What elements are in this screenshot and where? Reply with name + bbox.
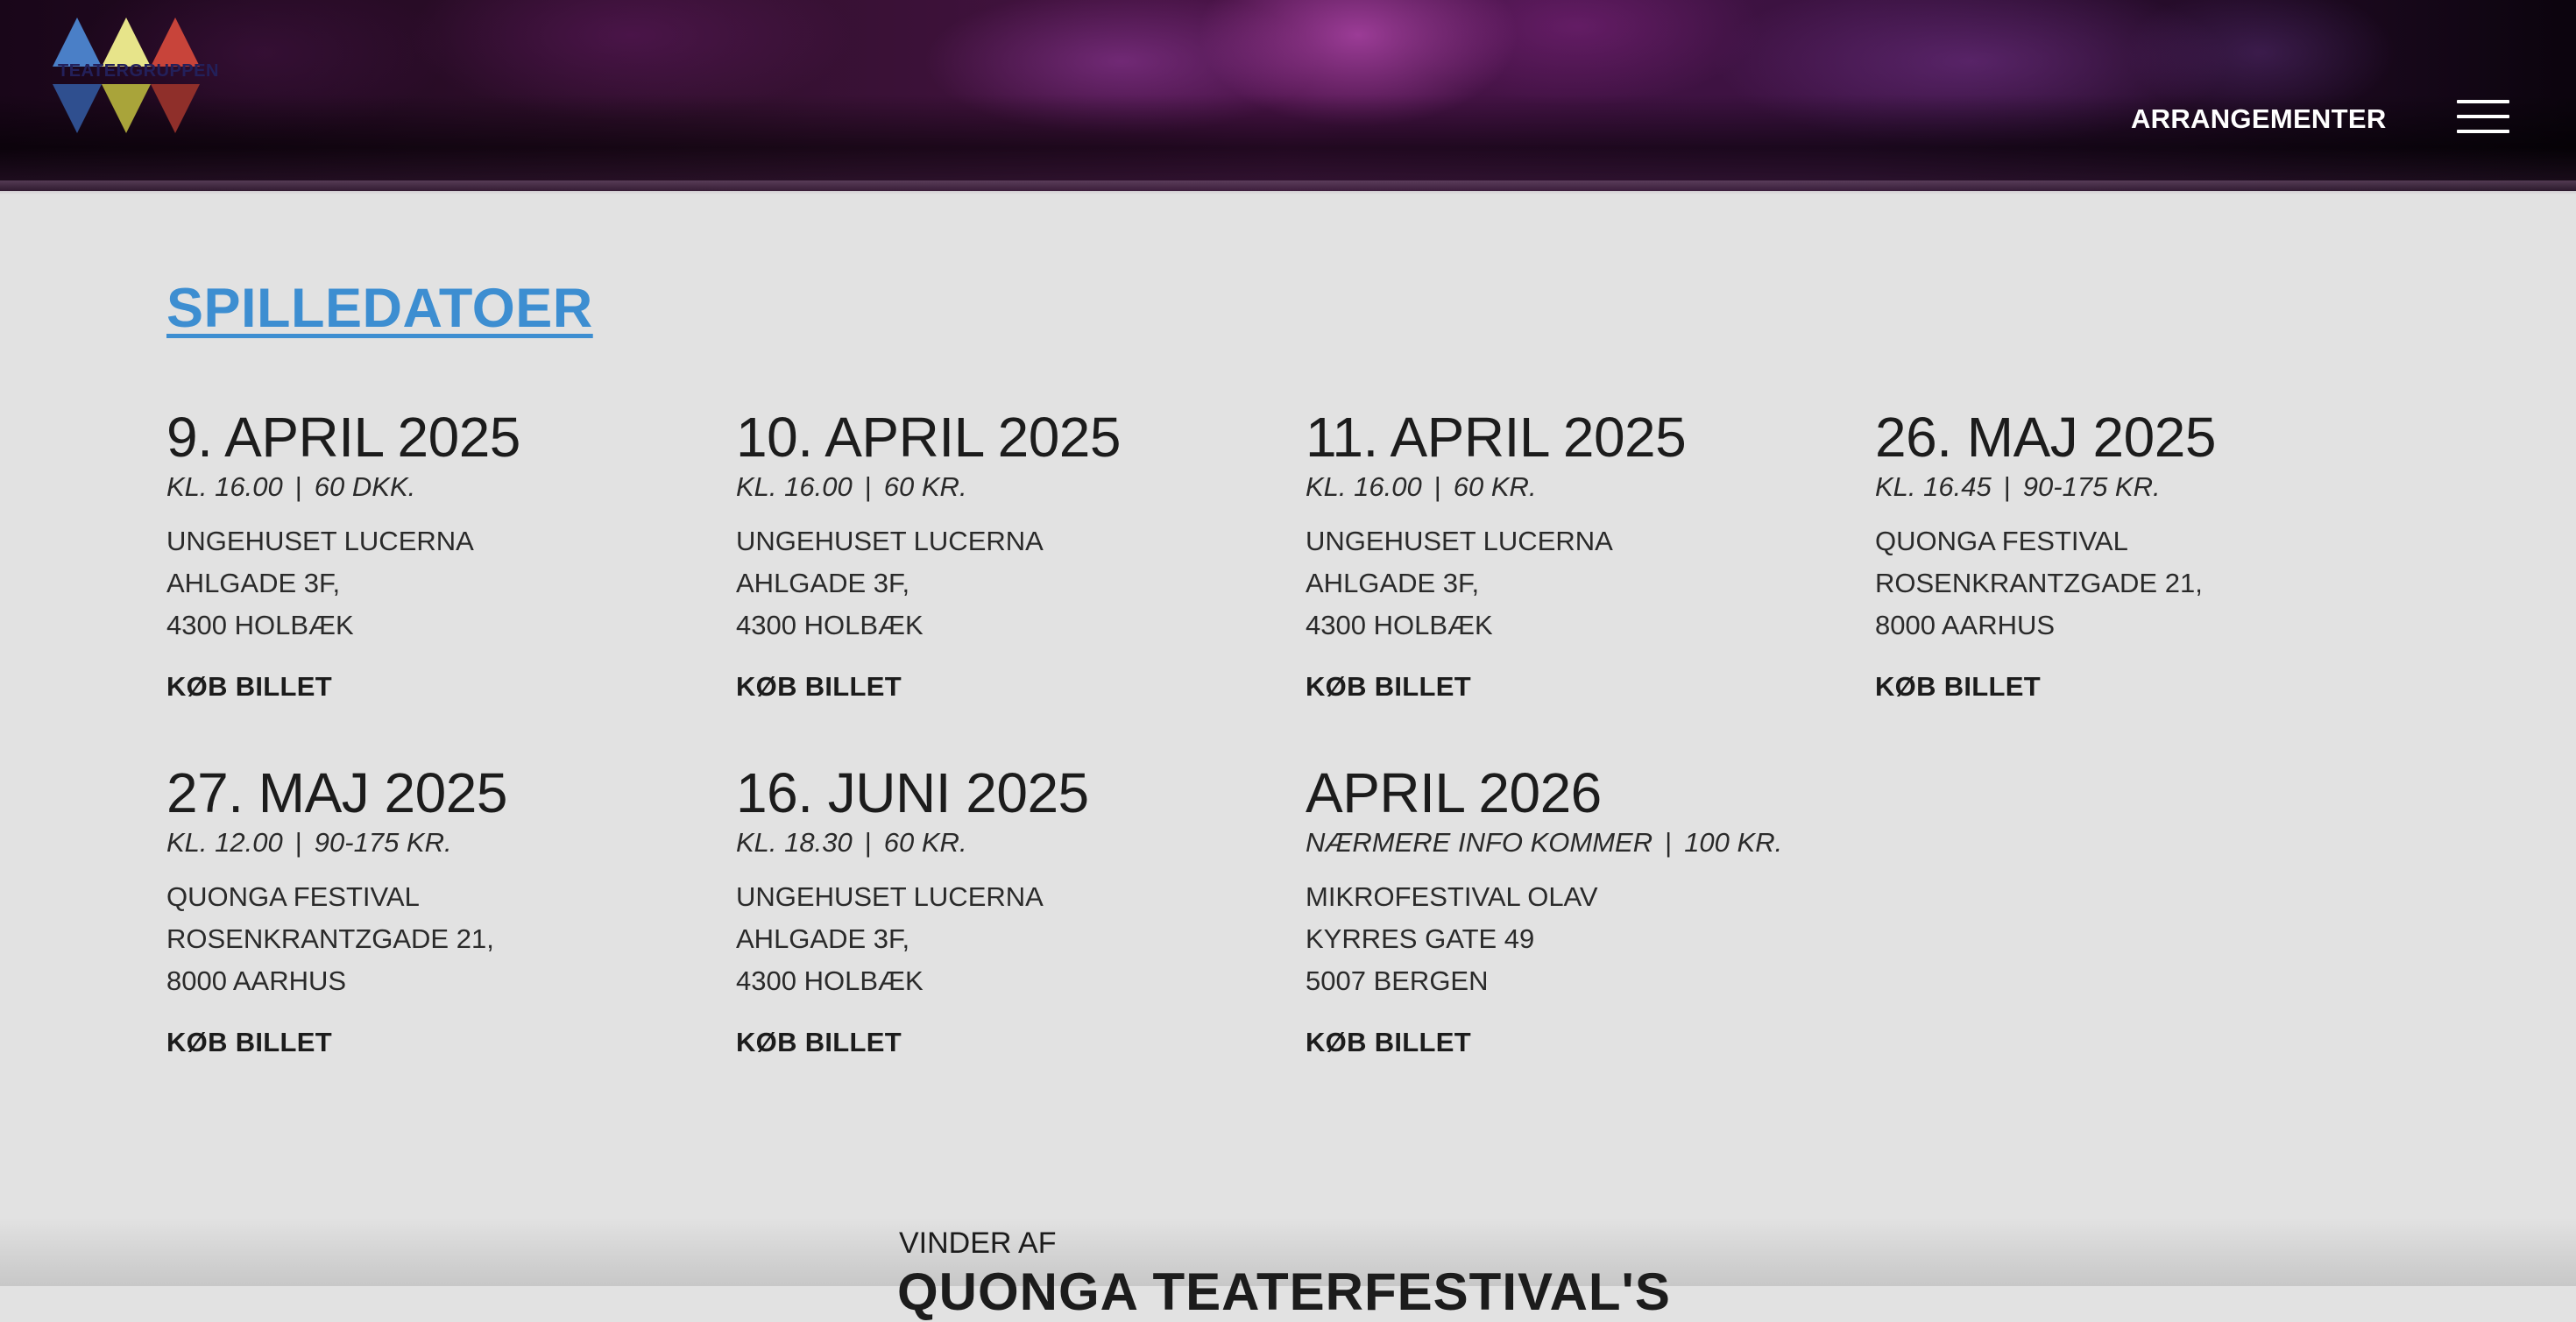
show-price: 60 KR. [883,827,967,858]
buy-ticket-link[interactable]: KØB BILLET [1306,671,1471,703]
show-card: 26. MAJ 2025 KL. 16.45 | 90-175 KR. QUONGA F… [1875,406,2418,703]
venue-name: UNGEHUSET LUCERNA [166,526,474,556]
show-time-price: KL. 16.00 | 60 DKK. [166,471,710,503]
show-venue: MIKROFESTIVAL OLAV KYRRES GATE 49 5007 BER… [1306,876,1849,1002]
buy-ticket-link[interactable]: KØB BILLET [166,1027,332,1058]
show-time: KL. 16.45 [1875,471,1992,502]
nav-link-arrangementer[interactable]: ARRANGEMENTER [2131,103,2387,135]
buy-ticket-link[interactable]: KØB BILLET [1306,1027,1471,1058]
logo-triangle-blue-down [53,84,102,133]
hero-background [0,0,2576,191]
venue-city: 4300 HOLBÆK [166,610,354,640]
award-pre-label: VINDER AF [899,1227,1057,1260]
show-card: 16. JUNI 2025 KL. 18.30 | 60 KR. UNGEHUSET L… [736,762,1279,1058]
buy-ticket-link[interactable]: KØB BILLET [736,671,902,703]
meta-separator: | [2003,471,2011,502]
venue-street: AHLGADE 3F, [736,568,910,598]
show-time: KL. 16.00 [1306,471,1422,502]
logo-text: TEATERGRUPPEN [58,61,219,81]
venue-name: UNGEHUSET LUCERNA [736,526,1044,556]
hamburger-menu-icon[interactable] [2457,100,2509,133]
logo-triangle-yellow [102,18,151,67]
show-venue: QUONGA FESTIVAL ROSENKRANTZGADE 21, 8000 A… [166,876,710,1002]
venue-street: ROSENKRANTZGADE 21, [166,923,494,954]
show-price: 90-175 KR. [2022,471,2161,502]
award-title: QUONGA TEATERFESTIVAL'S [897,1262,1671,1321]
logo-triangle-red-down [151,84,200,133]
show-price: 60 KR. [883,471,967,502]
show-date: 16. JUNI 2025 [736,761,1089,824]
show-venue: UNGEHUSET LUCERNA AHLGADE 3F, 4300 HOLBÆK [1306,520,1849,647]
show-date: 10. APRIL 2025 [736,406,1121,469]
show-price: 60 DKK. [314,471,416,502]
venue-name: MIKROFESTIVAL OLAV [1306,881,1598,912]
venue-name: UNGEHUSET LUCERNA [736,881,1044,912]
section-title[interactable]: SPILLEDATOER [166,277,593,340]
buy-ticket-link[interactable]: KØB BILLET [166,671,332,703]
meta-separator: | [294,827,302,858]
show-date: 27. MAJ 2025 [166,761,507,824]
show-venue: QUONGA FESTIVAL ROSENKRANTZGADE 21, 8000 A… [1875,520,2418,647]
show-time-price: KL. 16.45 | 90-175 KR. [1875,471,2418,503]
venue-street: AHLGADE 3F, [736,923,910,954]
meta-separator: | [864,471,872,502]
show-date: APRIL 2026 [1306,761,1602,824]
buy-ticket-link[interactable]: KØB BILLET [736,1027,902,1058]
meta-separator: | [1665,827,1673,858]
venue-street: KYRRES GATE 49 [1306,923,1535,954]
show-card: 11. APRIL 2025 KL. 16.00 | 60 KR. UNGEHUSET … [1306,406,1849,703]
show-time-price: KL. 16.00 | 60 KR. [736,471,1279,503]
show-time: KL. 18.30 [736,827,853,858]
venue-name: UNGEHUSET LUCERNA [1306,526,1613,556]
show-time-price: KL. 16.00 | 60 KR. [1306,471,1849,503]
venue-street: AHLGADE 3F, [166,568,341,598]
show-price: 60 KR. [1453,471,1537,502]
show-date: 9. APRIL 2025 [166,406,520,469]
show-time: KL. 16.00 [736,471,853,502]
show-card: 10. APRIL 2025 KL. 16.00 | 60 KR. UNGEHUSET … [736,406,1279,703]
show-price: 90-175 KR. [314,827,452,858]
show-card: 9. APRIL 2025 KL. 16.00 | 60 DKK. UNGEHUSET … [166,406,710,703]
meta-separator: | [1433,471,1441,502]
logo-triangle-blue [53,18,102,67]
show-date: 11. APRIL 2025 [1306,406,1687,469]
show-date: 26. MAJ 2025 [1875,406,2216,469]
venue-city: 5007 BERGEN [1306,965,1489,996]
venue-city: 4300 HOLBÆK [736,610,924,640]
venue-city: 4300 HOLBÆK [1306,610,1493,640]
show-time-price: NÆRMERE INFO KOMMER | 100 KR. [1306,827,1849,859]
venue-city: 8000 AARHUS [166,965,347,996]
show-venue: UNGEHUSET LUCERNA AHLGADE 3F, 4300 HOLBÆK [736,876,1279,1002]
show-time-price: KL. 12.00 | 90-175 KR. [166,827,710,859]
meta-separator: | [864,827,872,858]
logo-triangle-red [151,18,200,67]
logo-triangle-yellow-down [102,84,151,133]
venue-street: ROSENKRANTZGADE 21, [1875,568,2203,598]
venue-street: AHLGADE 3F, [1306,568,1480,598]
show-time-price: KL. 18.30 | 60 KR. [736,827,1279,859]
show-time: NÆRMERE INFO KOMMER [1306,827,1653,858]
show-card: APRIL 2026 NÆRMERE INFO KOMMER | 100 KR. MIK… [1306,762,1849,1058]
buy-ticket-link[interactable]: KØB BILLET [1875,671,2041,703]
hero-fade [0,180,2576,194]
show-venue: UNGEHUSET LUCERNA AHLGADE 3F, 4300 HOLBÆK [736,520,1279,647]
meta-separator: | [294,471,302,502]
show-time: KL. 12.00 [166,827,283,858]
venue-city: 8000 AARHUS [1875,610,2056,640]
show-card: 27. MAJ 2025 KL. 12.00 | 90-175 KR. QUONGA F… [166,762,710,1058]
venue-city: 4300 HOLBÆK [736,965,924,996]
show-price: 100 KR. [1684,827,1783,858]
show-venue: UNGEHUSET LUCERNA AHLGADE 3F, 4300 HOLBÆK [166,520,710,647]
venue-name: QUONGA FESTIVAL [166,881,420,912]
venue-name: QUONGA FESTIVAL [1875,526,2128,556]
show-time: KL. 16.00 [166,471,283,502]
